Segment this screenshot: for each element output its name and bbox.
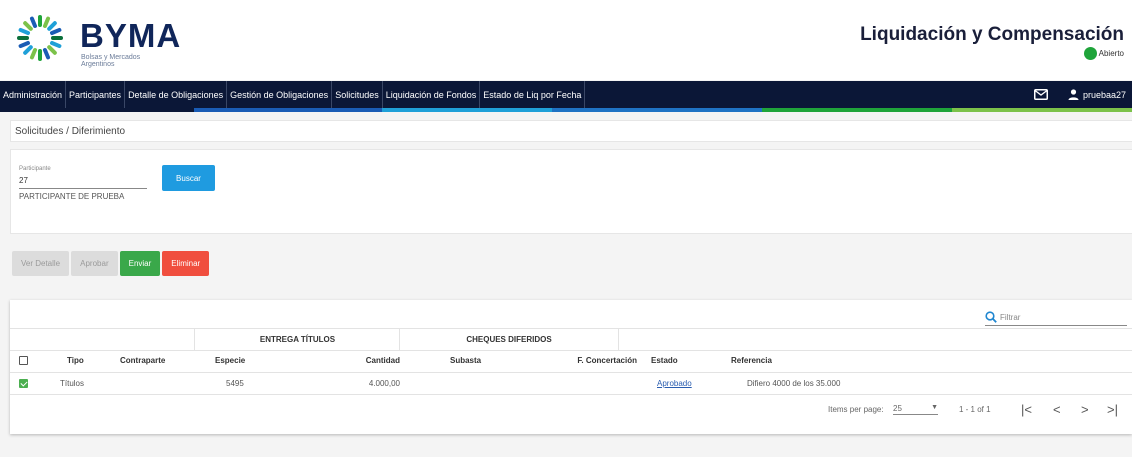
action-bar: Ver Detalle Aprobar Enviar Eliminar: [12, 251, 210, 276]
nav-item-administracion[interactable]: Administración: [0, 81, 67, 108]
aprobar-button[interactable]: Aprobar: [71, 251, 118, 276]
stripe-segment: [552, 108, 762, 112]
next-page-icon[interactable]: >: [1081, 394, 1089, 424]
logo-subtitle: Bolsas y Mercados Argentinos: [81, 54, 141, 68]
col-concertacion[interactable]: F. Concertación: [530, 349, 637, 372]
page-size-select[interactable]: 25 ▼: [893, 394, 938, 424]
items-per-page-label: Items per page:: [828, 404, 884, 414]
col-estado[interactable]: Estado: [651, 349, 678, 372]
select-all-checkbox[interactable]: [19, 349, 28, 372]
ver-detalle-button[interactable]: Ver Detalle: [12, 251, 70, 276]
row-checkbox[interactable]: [19, 372, 28, 394]
paginator: Items per page: 25 ▼ 1 - 1 of 1 |< < > >…: [10, 394, 1132, 424]
stripe-segment: [762, 108, 952, 112]
cell-cantidad: 4.000,00: [368, 378, 400, 388]
user-icon: [1068, 89, 1079, 100]
stripe-segment: [952, 108, 1132, 112]
page-size-value: 25: [893, 403, 902, 413]
mail-icon[interactable]: [1033, 89, 1048, 100]
nav-item-gestion-obligaciones[interactable]: Gestión de Obligaciones: [227, 81, 333, 108]
last-page-icon[interactable]: >|: [1107, 394, 1118, 424]
col-especie[interactable]: Especie: [215, 349, 245, 372]
col-referencia[interactable]: Referencia: [731, 349, 772, 372]
stripe-segment: [194, 108, 382, 112]
stripe-segment: [382, 108, 552, 112]
group-entrega-titulos: ENTREGA TÍTULOS: [194, 329, 400, 350]
search-icon: [985, 311, 997, 323]
brand-stripe: [0, 108, 1132, 112]
user-menu[interactable]: pruebaa27: [1068, 89, 1126, 100]
status-dot-icon: [1083, 47, 1097, 60]
participante-description: PARTICIPANTE DE PRUEBA: [19, 192, 125, 201]
group-cheques-diferidos: CHEQUES DIFERIDOS: [399, 329, 619, 350]
byma-logo-icon: [17, 15, 63, 61]
participante-field[interactable]: 27: [19, 176, 147, 189]
nav-item-solicitudes[interactable]: Solicitudes: [332, 81, 383, 108]
group-header-row: ENTREGA TÍTULOS CHEQUES DIFERIDOS: [10, 328, 1132, 351]
col-cantidad[interactable]: Cantidad: [300, 349, 400, 372]
filter-placeholder: Filtrar: [1000, 312, 1021, 322]
participante-label: Participante: [19, 166, 51, 172]
cell-concertacion: [530, 372, 637, 394]
table-row[interactable]: Títulos 5495 4.000,00 Aprobado Difiero 4…: [10, 372, 1132, 395]
nav-item-participantes[interactable]: Participantes: [66, 81, 126, 108]
solicitudes-table: Filtrar ENTREGA TÍTULOS CHEQUES DIFERIDO…: [10, 300, 1132, 434]
col-tipo[interactable]: Tipo: [67, 349, 84, 372]
app-header: BYMA Bolsas y Mercados Argentinos Liquid…: [0, 0, 1132, 80]
breadcrumb: Solicitudes / Diferimiento: [10, 120, 1132, 142]
eliminar-button[interactable]: Eliminar: [162, 251, 210, 276]
filter-input[interactable]: Filtrar: [985, 309, 1127, 326]
estado-link[interactable]: Aprobado: [657, 372, 692, 394]
nav-item-detalle-obligaciones[interactable]: Detalle de Obligaciones: [125, 81, 228, 108]
main-nav: Administración Participantes Detalle de …: [0, 81, 1132, 108]
col-contraparte[interactable]: Contraparte: [120, 349, 165, 372]
logo-wordmark: BYMA: [80, 17, 182, 54]
cell-especie: 5495: [226, 378, 244, 388]
stripe-segment: [0, 108, 194, 112]
cell-tipo: Títulos: [60, 378, 85, 388]
page-range: 1 - 1 of 1: [959, 404, 991, 414]
user-name: pruebaa27: [1082, 89, 1126, 100]
first-page-icon[interactable]: |<: [1021, 394, 1032, 424]
dropdown-arrow-icon: ▼: [931, 403, 938, 411]
col-subasta[interactable]: Subasta: [450, 349, 481, 372]
status-text: Abierto: [1098, 49, 1124, 58]
nav-item-liquidacion-fondos[interactable]: Liquidación de Fondos: [383, 81, 481, 108]
table-header-row: Tipo Contraparte Especie Cantidad Subast…: [10, 349, 1132, 373]
enviar-button[interactable]: Enviar: [119, 251, 161, 276]
buscar-button[interactable]: Buscar: [162, 165, 215, 191]
filter-panel: Participante 27 PARTICIPANTE DE PRUEBA B…: [10, 149, 1132, 234]
nav-item-estado-liq[interactable]: Estado de Liq por Fecha: [480, 81, 586, 108]
app-title: Liquidación y Compensación: [860, 24, 1124, 45]
market-status: Abierto: [1083, 47, 1124, 60]
previous-page-icon[interactable]: <: [1053, 394, 1061, 424]
cell-referencia: Difiero 4000 de los 35.000: [747, 378, 841, 388]
